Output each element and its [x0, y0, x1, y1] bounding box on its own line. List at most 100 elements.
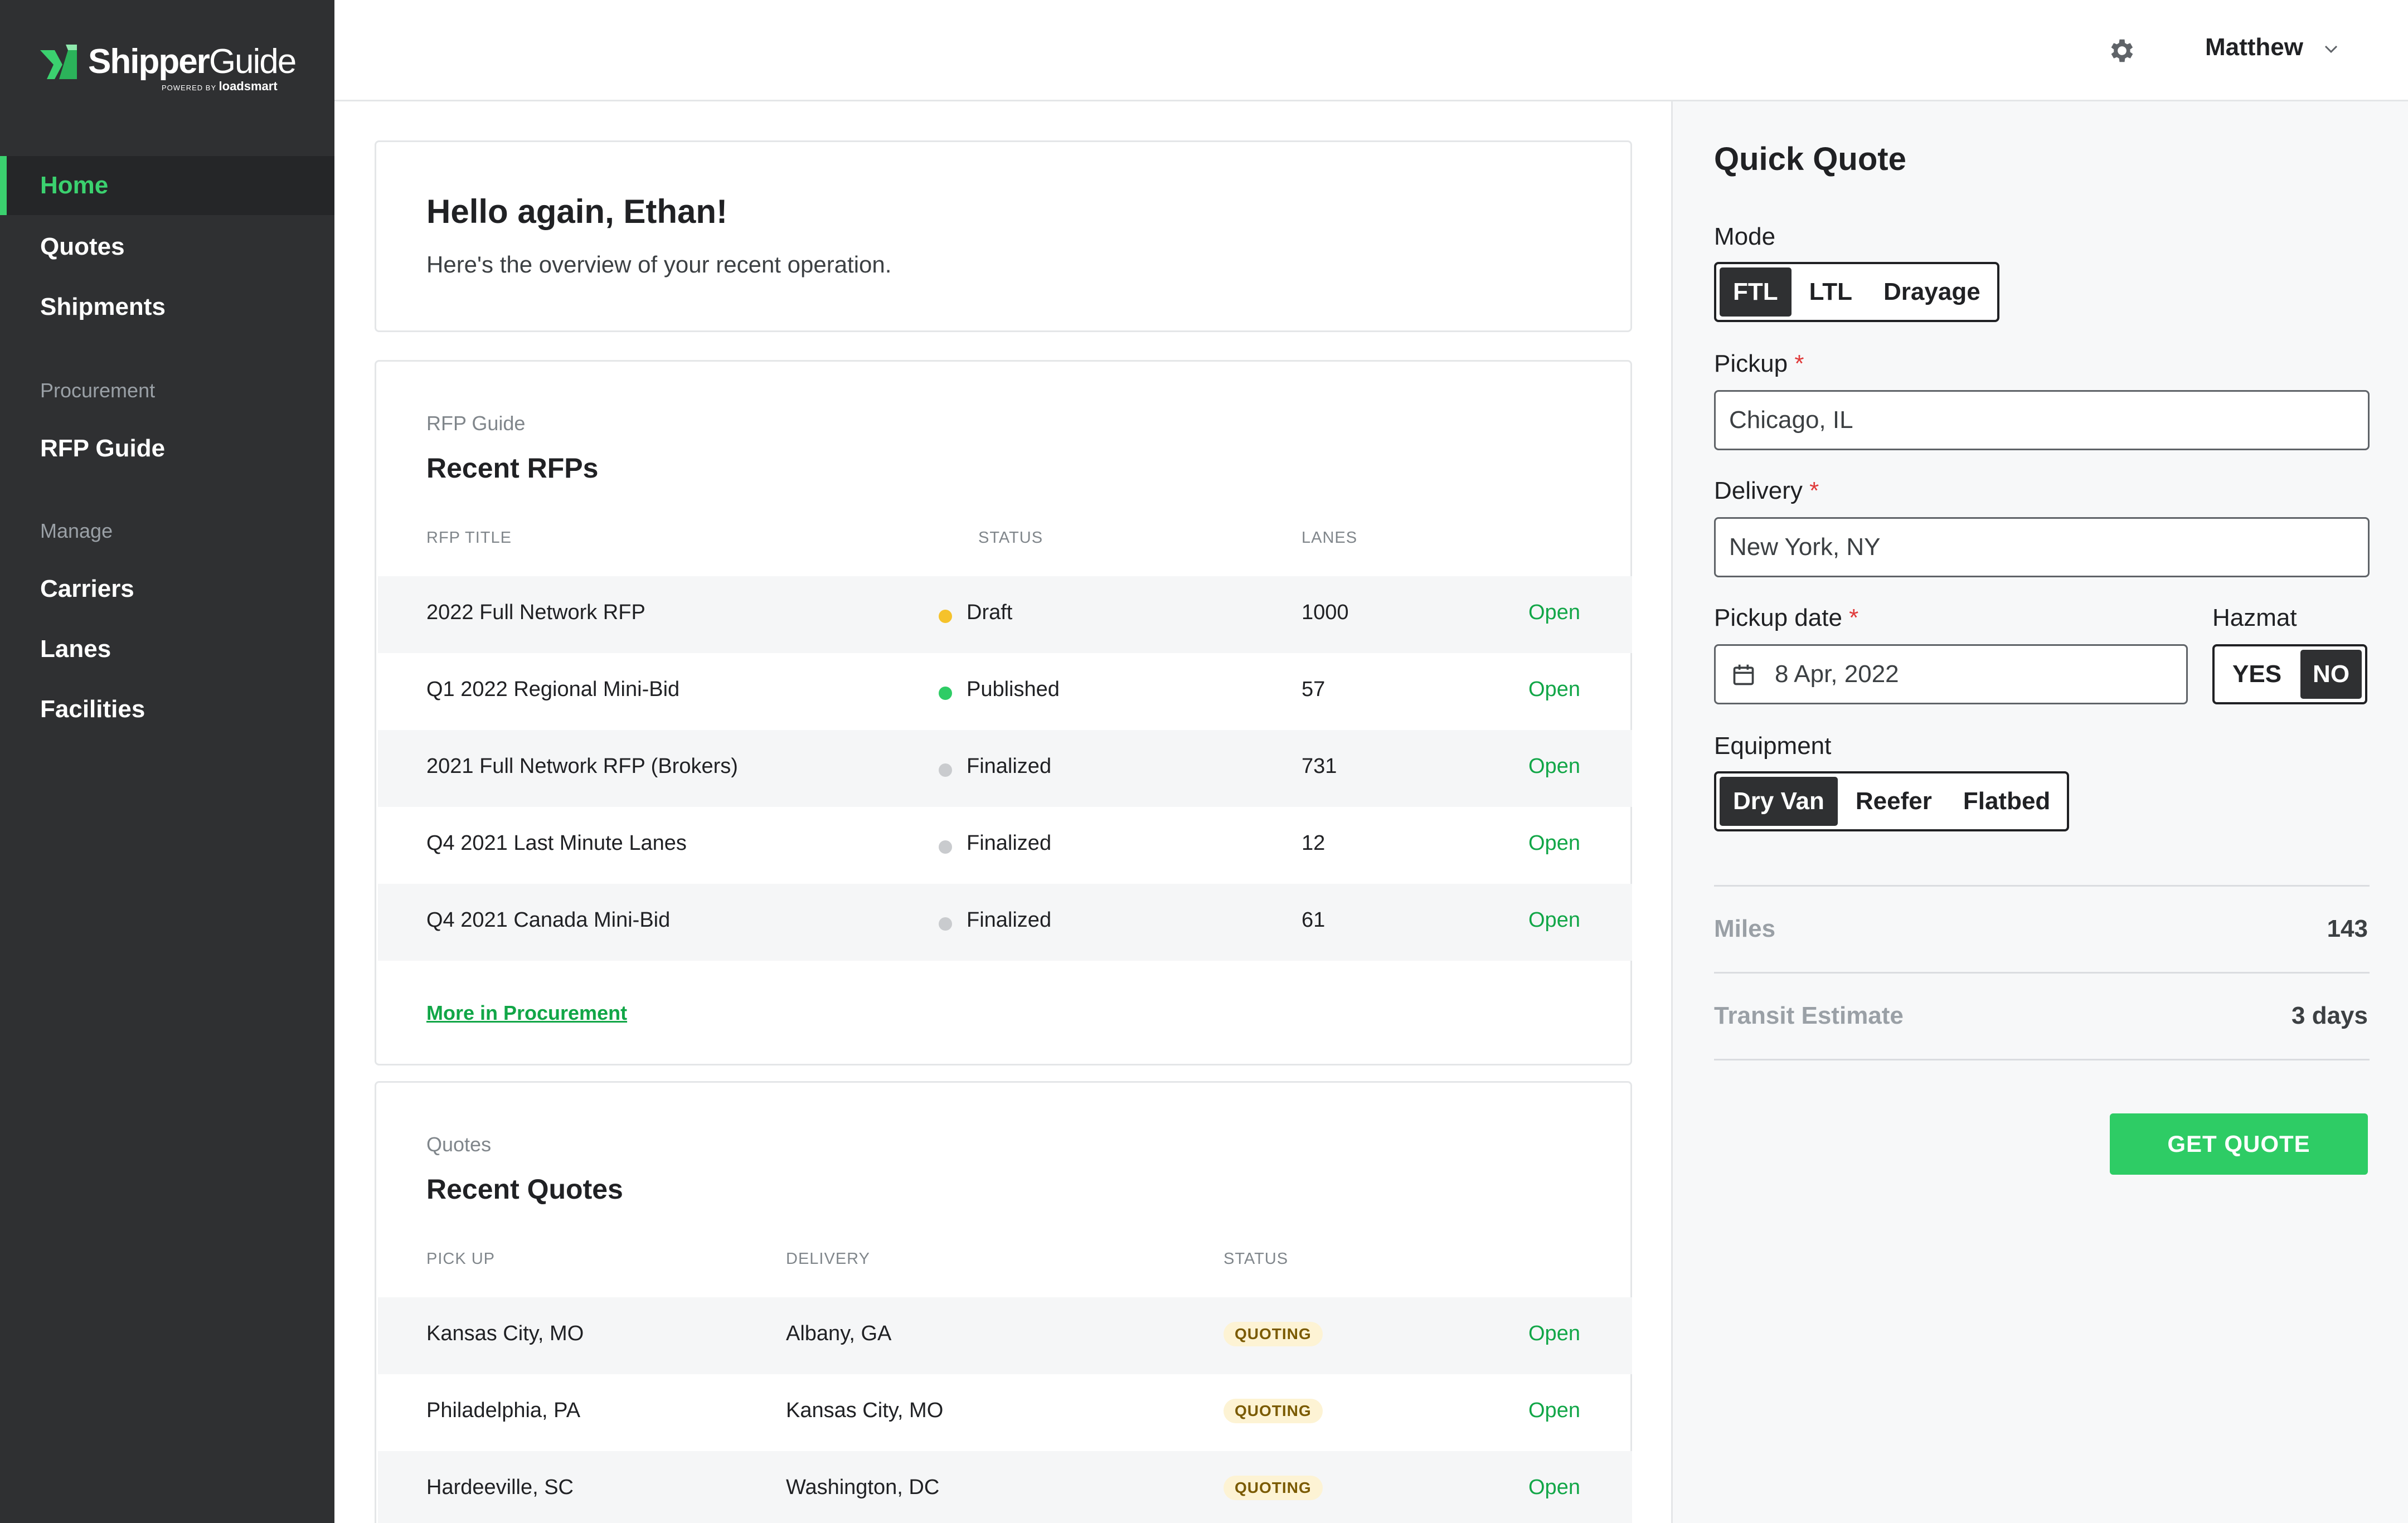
status-dot	[939, 687, 952, 700]
open-link[interactable]: Open	[1528, 1399, 1580, 1423]
status-badge: QUOTING	[1224, 1322, 1323, 1346]
divider	[1714, 885, 2370, 887]
rfp-title: Q4 2021 Canada Mini-Bid	[426, 908, 671, 932]
sidebar-item-shipments[interactable]: Shipments	[0, 278, 334, 337]
sidebar-item-carriers[interactable]: Carriers	[0, 559, 334, 619]
open-link[interactable]: Open	[1528, 831, 1580, 855]
mode-selector: FTL LTL Drayage	[1714, 262, 1999, 322]
open-link[interactable]: Open	[1528, 755, 1580, 778]
status-badge: QUOTING	[1224, 1476, 1323, 1500]
col-delivery: DELIVERY	[786, 1250, 870, 1268]
status-dot	[939, 763, 952, 777]
divider	[1714, 972, 2370, 974]
col-pickup: PICK UP	[426, 1250, 496, 1268]
hazmat-toggle: YES NO	[2212, 644, 2368, 704]
rfp-lanes: 731	[1302, 755, 1337, 778]
pickup-date-input[interactable]: 8 Apr, 2022	[1714, 644, 2188, 704]
miles-value: 143	[2327, 915, 2368, 942]
hazmat-yes[interactable]: YES	[2218, 650, 2296, 699]
get-quote-button[interactable]: GET QUOTE	[2110, 1113, 2368, 1175]
rfp-lanes: 1000	[1302, 601, 1349, 624]
sidebar-item-lanes[interactable]: Lanes	[0, 620, 334, 679]
hazmat-label: Hazmat	[2212, 604, 2297, 631]
quick-quote-title: Quick Quote	[1714, 141, 1906, 177]
table-row[interactable]: 2022 Full Network RFP Draft 1000 Open	[378, 576, 1632, 653]
table-row[interactable]: Q4 2021 Last Minute Lanes Finalized 12 O…	[378, 807, 1632, 884]
rfps-kicker: RFP Guide	[426, 412, 526, 435]
table-row[interactable]: 2021 Full Network RFP (Brokers) Finalize…	[378, 730, 1632, 807]
quotes-title: Recent Quotes	[426, 1174, 623, 1205]
sidebar: ShipperGuide POWERED BY loadsmart Home Q…	[0, 0, 334, 1523]
table-row[interactable]: Philadelphia, PA Kansas City, MO QUOTING…	[378, 1374, 1632, 1451]
status-dot	[939, 610, 952, 623]
sidebar-item-rfp-guide[interactable]: RFP Guide	[0, 419, 334, 478]
col-quote-status: STATUS	[1224, 1250, 1289, 1268]
mode-option-ltl[interactable]: LTL	[1796, 267, 1866, 317]
shipperguide-logo[interactable]: ShipperGuide POWERED BY loadsmart	[40, 40, 308, 96]
rfp-status: Published	[967, 678, 1060, 701]
delivery-input[interactable]: New York, NY	[1714, 517, 2370, 577]
powered-by-label: POWERED BY loadsmart	[162, 79, 278, 93]
rfp-title: 2022 Full Network RFP	[426, 601, 645, 624]
gear-icon[interactable]	[2107, 36, 2137, 66]
col-rfp-title: RFP TITLE	[426, 529, 512, 547]
table-row[interactable]: Kansas City, MO Albany, GA QUOTING Open	[378, 1297, 1632, 1374]
col-lanes: LANES	[1302, 529, 1358, 547]
quote-delivery: Washington, DC	[786, 1476, 940, 1499]
open-link[interactable]: Open	[1528, 1322, 1580, 1346]
status-badge: QUOTING	[1224, 1399, 1323, 1423]
calendar-icon	[1733, 664, 1754, 685]
rfp-lanes: 57	[1302, 678, 1326, 701]
sidebar-section-procurement: Procurement	[40, 379, 156, 402]
quotes-kicker: Quotes	[426, 1133, 492, 1156]
sidebar-item-facilities[interactable]: Facilities	[0, 680, 334, 739]
mode-label: Mode	[1714, 223, 1776, 250]
recent-quotes-card: Quotes Recent Quotes PICK UP DELIVERY ST…	[375, 1081, 1632, 1523]
rfp-status: Draft	[967, 601, 1013, 624]
equipment-selector: Dry Van Reefer Flatbed	[1714, 771, 2070, 831]
open-link[interactable]: Open	[1528, 678, 1580, 702]
rfps-title: Recent RFPs	[426, 452, 599, 484]
mode-option-drayage[interactable]: Drayage	[1870, 267, 1994, 317]
transit-label: Transit Estimate	[1714, 1002, 1904, 1029]
chevron-down-icon[interactable]	[2322, 42, 2340, 56]
pickup-input[interactable]: Chicago, IL	[1714, 390, 2370, 450]
sidebar-section-manage: Manage	[40, 519, 113, 542]
quick-quote-panel: Quick Quote Mode FTL LTL Drayage Pickup …	[1671, 101, 2408, 1523]
sidebar-item-home[interactable]: Home	[0, 156, 334, 215]
equipment-option-dry-van[interactable]: Dry Van	[1720, 777, 1838, 826]
table-row[interactable]: Q4 2021 Canada Mini-Bid Finalized 61 Ope…	[378, 884, 1632, 961]
greeting-title: Hello again, Ethan!	[426, 193, 728, 230]
pickup-date-value: 8 Apr, 2022	[1775, 660, 1899, 688]
rfp-title: Q1 2022 Regional Mini-Bid	[426, 678, 680, 701]
pickup-date-label: Pickup date *	[1714, 604, 1859, 631]
greeting-subtitle: Here's the overview of your recent opera…	[426, 251, 892, 278]
table-row[interactable]: Hardeeville, SC Washington, DC QUOTING O…	[378, 1451, 1632, 1523]
equipment-option-reefer[interactable]: Reefer	[1842, 777, 1945, 826]
rfp-title: Q4 2021 Last Minute Lanes	[426, 831, 687, 855]
user-menu-button[interactable]: Matthew	[2205, 33, 2303, 61]
pickup-label: Pickup *	[1714, 350, 1804, 377]
divider	[1714, 1059, 2370, 1060]
rfp-status: Finalized	[967, 831, 1052, 855]
rfp-title: 2021 Full Network RFP (Brokers)	[426, 755, 738, 778]
transit-value: 3 days	[2292, 1002, 2368, 1029]
equipment-option-flatbed[interactable]: Flatbed	[1950, 777, 2064, 826]
equipment-label: Equipment	[1714, 732, 1832, 760]
quote-delivery: Kansas City, MO	[786, 1399, 944, 1422]
miles-label: Miles	[1714, 915, 1776, 942]
quote-pickup: Kansas City, MO	[426, 1322, 584, 1345]
open-link[interactable]: Open	[1528, 1476, 1580, 1500]
more-in-procurement-link[interactable]: More in Procurement	[426, 1001, 627, 1025]
sidebar-item-quotes[interactable]: Quotes	[0, 217, 334, 276]
rfp-lanes: 61	[1302, 908, 1326, 932]
status-dot	[939, 840, 952, 854]
mode-option-ftl[interactable]: FTL	[1720, 267, 1792, 317]
logo-mark-icon	[40, 45, 77, 79]
hazmat-no[interactable]: NO	[2300, 650, 2362, 699]
table-row[interactable]: Q1 2022 Regional Mini-Bid Published 57 O…	[378, 653, 1632, 730]
logo-wordmark: ShipperGuide	[88, 42, 297, 81]
open-link[interactable]: Open	[1528, 601, 1580, 625]
open-link[interactable]: Open	[1528, 908, 1580, 932]
quote-pickup: Hardeeville, SC	[426, 1476, 574, 1499]
